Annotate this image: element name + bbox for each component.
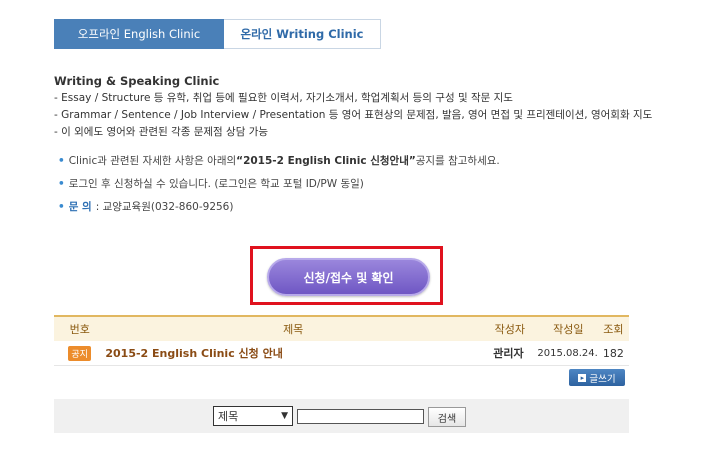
search-field-select[interactable]: 제목 ▼	[213, 406, 293, 426]
clinic-tabs: 오프라인 English Clinic 온라인 Writing Clinic	[54, 19, 381, 49]
header-title: 제목	[283, 323, 304, 336]
table-row[interactable]: 공지 2015-2 English Clinic 신청 안내 관리자 2015.…	[54, 341, 629, 366]
search-bar: 제목 ▼ 검색	[54, 399, 629, 433]
tab-offline-english-clinic[interactable]: 오프라인 English Clinic	[54, 19, 224, 49]
notice-badge: 공지	[68, 345, 91, 361]
tab-online-writing-clinic[interactable]: 온라인 Writing Clinic	[224, 19, 381, 49]
info-text: 로그인 후 신청하실 수 있습니다. (로그인은 학교 포털 ID/PW 동일)	[68, 178, 364, 190]
row-views: 182	[602, 346, 624, 360]
row-no-cell: 공지	[54, 345, 105, 361]
header-author: 작성자	[494, 323, 526, 336]
search-input[interactable]	[297, 409, 424, 424]
row-title-link[interactable]: 2015-2 English Clinic 신청 안내	[105, 345, 479, 361]
board-header: 번호 제목 작성자 작성일 조회	[54, 315, 629, 341]
info-line-contact: • 문 의 : 교양교육원(032-860-9256)	[58, 199, 698, 222]
intro-line: - Grammar / Sentence / Job Interview / P…	[54, 109, 653, 121]
intro-title: Writing & Speaking Clinic	[54, 74, 220, 88]
row-date: 2015.08.24.	[537, 347, 598, 359]
header-views: 조회	[603, 323, 624, 336]
chevron-down-icon: ▼	[281, 411, 288, 421]
info-text: Clinic과 관련된 자세한 사항은 아래의	[68, 155, 237, 167]
bullet-icon: •	[58, 201, 65, 213]
pencil-icon: ▸	[578, 373, 587, 382]
clinic-intro: Writing & Speaking Clinic - Essay / Stru…	[54, 73, 694, 141]
info-line-login: • 로그인 후 신청하실 수 있습니다. (로그인은 학교 포털 ID/PW 동…	[58, 176, 698, 199]
intro-line: - 이 외에도 영어와 관련된 각종 문제점 상담 가능	[54, 126, 269, 138]
write-button-label: 글쓰기	[589, 373, 616, 385]
write-button[interactable]: ▸ 글쓰기	[569, 369, 625, 386]
info-notes: • Clinic과 관련된 자세한 사항은 아래의 “2015-2 Englis…	[58, 153, 698, 222]
contact-value: : 교양교육원(032-860-9256)	[95, 201, 234, 213]
info-text: 공지를 참고하세요.	[415, 155, 500, 167]
intro-line: - Essay / Structure 등 유학, 취업 등에 필요한 이력서,…	[54, 92, 513, 104]
header-date: 작성일	[553, 323, 584, 336]
search-button[interactable]: 검색	[428, 407, 466, 427]
contact-label: 문 의	[68, 201, 92, 213]
search-select-value: 제목	[218, 410, 239, 423]
bullet-icon: •	[58, 178, 65, 190]
header-no: 번호	[69, 323, 90, 336]
row-author: 관리자	[493, 347, 524, 360]
notice-board: 번호 제목 작성자 작성일 조회 공지 2015-2 English Clini…	[54, 315, 629, 366]
info-notice-title: “2015-2 English Clinic 신청안내”	[236, 155, 416, 167]
bullet-icon: •	[58, 155, 65, 167]
apply-confirm-button[interactable]: 신청/접수 및 확인	[267, 258, 430, 296]
info-line-notice: • Clinic과 관련된 자세한 사항은 아래의 “2015-2 Englis…	[58, 153, 698, 176]
